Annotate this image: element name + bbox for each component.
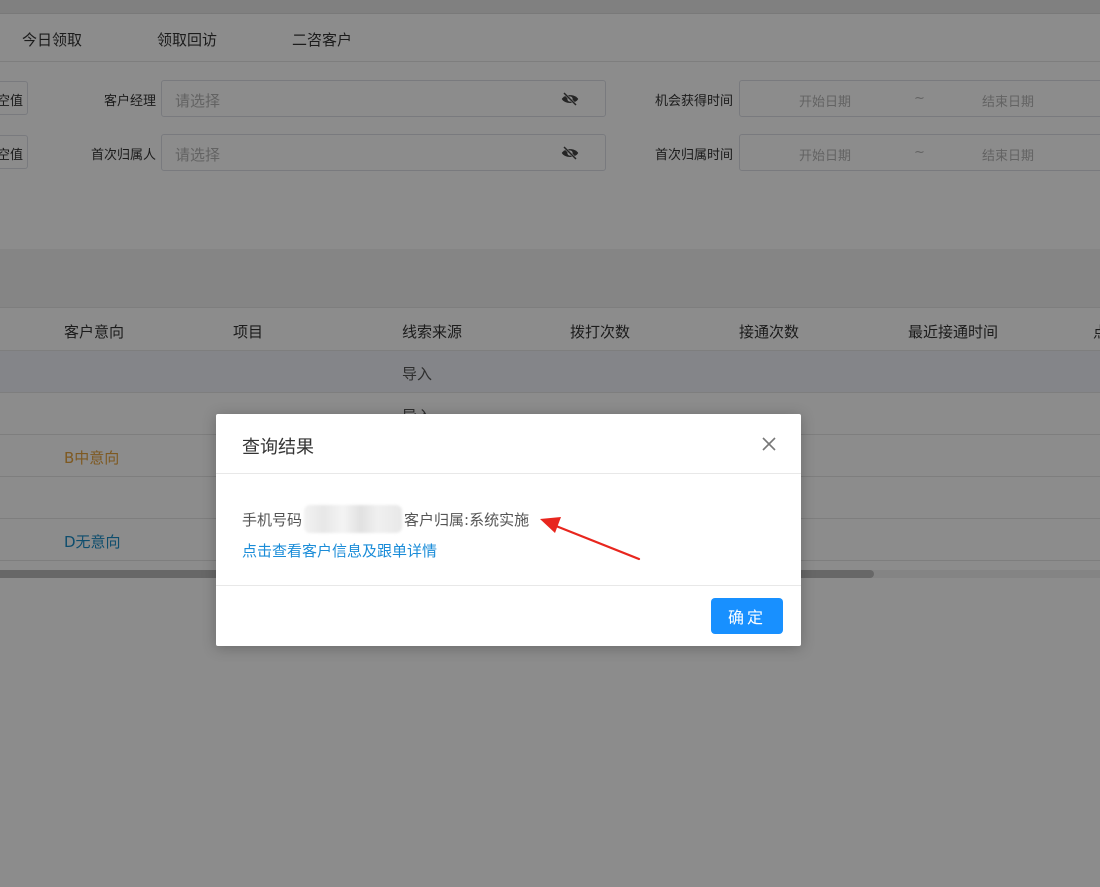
owner-text: 客户归属:系统实施 — [404, 511, 530, 529]
result-line: 手机号码 客户归属:系统实施 — [242, 505, 529, 533]
close-icon[interactable] — [759, 434, 779, 454]
redacted-phone-number — [304, 505, 403, 533]
dialog-body: 手机号码 客户归属:系统实施 点击查看客户信息及跟单详情 — [216, 475, 801, 586]
query-result-dialog: 查询结果 手机号码 客户归属:系统实施 点击查看客户信息及跟单详情 确定 — [216, 414, 801, 646]
confirm-button[interactable]: 确定 — [711, 598, 783, 634]
phone-label: 手机号码 — [242, 511, 303, 529]
dialog-title: 查询结果 — [242, 437, 314, 458]
customer-detail-link[interactable]: 点击查看客户信息及跟单详情 — [242, 540, 437, 561]
dialog-header: 查询结果 — [216, 414, 801, 474]
